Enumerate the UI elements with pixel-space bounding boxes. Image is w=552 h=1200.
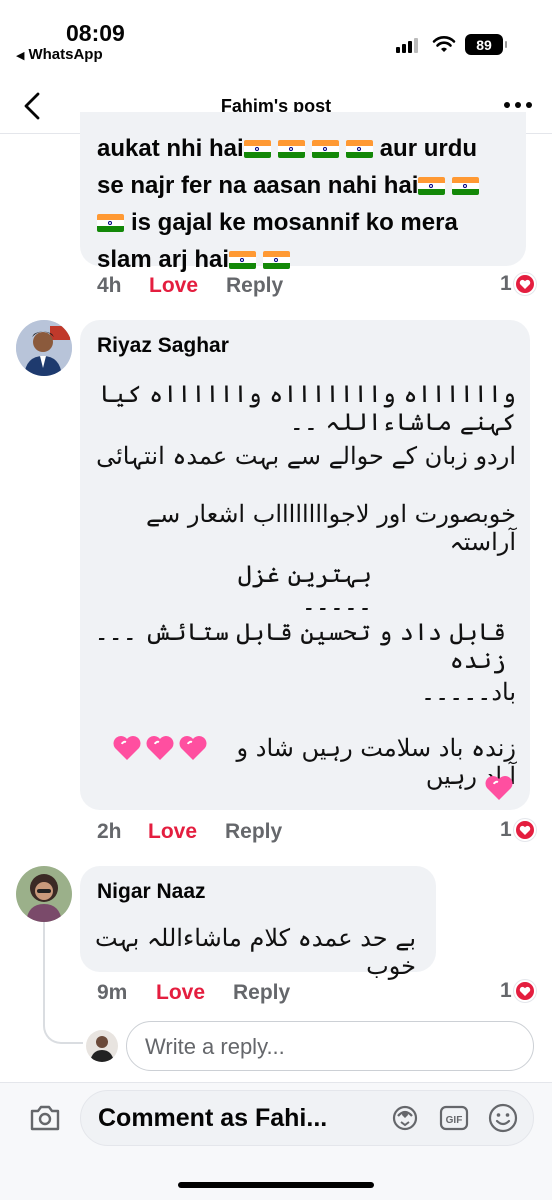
comment-3-reactions[interactable]: 1 [500,979,536,1003]
avatar-nigar-naaz[interactable] [16,866,72,922]
comment-2-author[interactable]: Riyaz Saghar [97,334,229,358]
comment-1-reaction-count: 1 [500,272,512,295]
comment-1-line-2: aur urdu [379,135,478,162]
comment-1-text: aukat nhi hai aur urdu se najr fer na aas… [97,130,517,278]
comment-2-line-7: زندہ باد سلامت رہیں شاد و آباد رہیں [236,734,516,790]
india-flag-emoji [345,140,373,158]
comment-1-line-1: aukat nhi hai [97,135,244,162]
reply-input-placeholder: Write a reply... [145,1034,285,1059]
love-reaction-icon [513,980,536,1002]
more-options-icon[interactable] [504,102,532,110]
growing-heart-emoji-4 [484,774,514,807]
camera-icon[interactable] [28,1103,62,1133]
home-indicator [178,1182,374,1188]
growing-heart-icon [113,736,141,760]
comment-1-reply-button[interactable]: Reply [226,274,283,298]
comment-1-line-4: is gajal ke mosannif ko mera [131,209,458,236]
comment-input-placeholder: Comment as Fahi... [98,1104,328,1132]
india-flag-emoji [452,177,480,195]
comment-3-reaction-count: 1 [500,979,512,1002]
emoji-icon[interactable] [487,1102,519,1134]
battery-level: 89 [476,36,492,53]
back-triangle-icon: ◀ [16,50,25,62]
avatar-riyaz-saghar[interactable] [16,320,72,376]
reply-input[interactable]: Write a reply... [126,1021,534,1071]
growing-heart-icon [146,736,174,760]
india-flag-emoji [97,214,124,232]
signal-icon [396,37,422,53]
current-user-avatar [86,1030,118,1062]
comment-3-reply-button[interactable]: Reply [233,981,290,1005]
growing-heart-icon [485,776,513,800]
comment-3-text: بے حد عمدہ کلام ماشاءاللہ بہت خوب [95,924,416,980]
comment-2-line-6: باد۔۔۔۔۔ [421,678,516,706]
comment-1-time: 4h [97,274,122,297]
growing-heart-icon [179,736,207,760]
comment-1-line-5: slam arj hai [97,246,230,273]
comment-2-line-5: قابل داد و تحسین قابل ستائش ۔۔۔زندہ [94,618,506,674]
comment-2-line-4: بہترین غزل ۔۔۔۔۔ [237,560,372,616]
comment-2-reactions[interactable]: 1 [500,818,536,842]
comment-3-time: 9m [97,981,128,1004]
back-app-label: WhatsApp [28,46,103,63]
love-reaction-icon [513,273,536,295]
india-flag-emoji [311,140,339,158]
comment-2-love-button[interactable]: Love [148,820,197,844]
gif-icon[interactable]: GIF [438,1102,470,1134]
avatar-sticker-icon[interactable] [389,1102,421,1134]
comment-2-line-3: خوبصورت اور لاجوااااااااب اشعار سے آراست… [146,500,516,556]
india-flag-emoji [243,140,271,158]
india-flag-emoji [263,251,291,269]
comment-2-reaction-count: 1 [500,818,512,841]
growing-heart-emoji-3 [178,734,208,767]
comment-3-author[interactable]: Nigar Naaz [97,880,206,904]
india-flag-emoji [229,251,257,269]
comment-1-line-3: se najr fer na aasan nahi hai [97,172,419,199]
thread-connector [43,922,83,1044]
comment-1-love-button[interactable]: Love [149,274,198,298]
comment-3-love-button[interactable]: Love [156,981,205,1005]
battery-icon: 89 [465,34,507,55]
comment-2-line-1: وااااااہ واااااااہ وااااااہ کیا کہنے ماش… [99,380,516,436]
india-flag-emoji [277,140,305,158]
growing-heart-emojis [112,734,175,762]
back-to-app-link[interactable]: ◀ WhatsApp [16,46,103,63]
love-reaction-icon [513,819,536,841]
comment-2-line-2: اردو زبان کے حوالے سے بہت عمدہ انتہائی [96,442,516,470]
comment-1-reactions[interactable]: 1 [500,272,536,296]
svg-text:GIF: GIF [446,1115,463,1126]
comment-2-time: 2h [97,820,122,843]
wifi-icon [432,36,456,52]
comment-2-reply-button[interactable]: Reply [225,820,282,844]
status-bar: 08:09 ◀ WhatsApp 89 [0,0,552,80]
status-time: 08:09 [66,20,125,46]
india-flag-emoji [418,177,446,195]
